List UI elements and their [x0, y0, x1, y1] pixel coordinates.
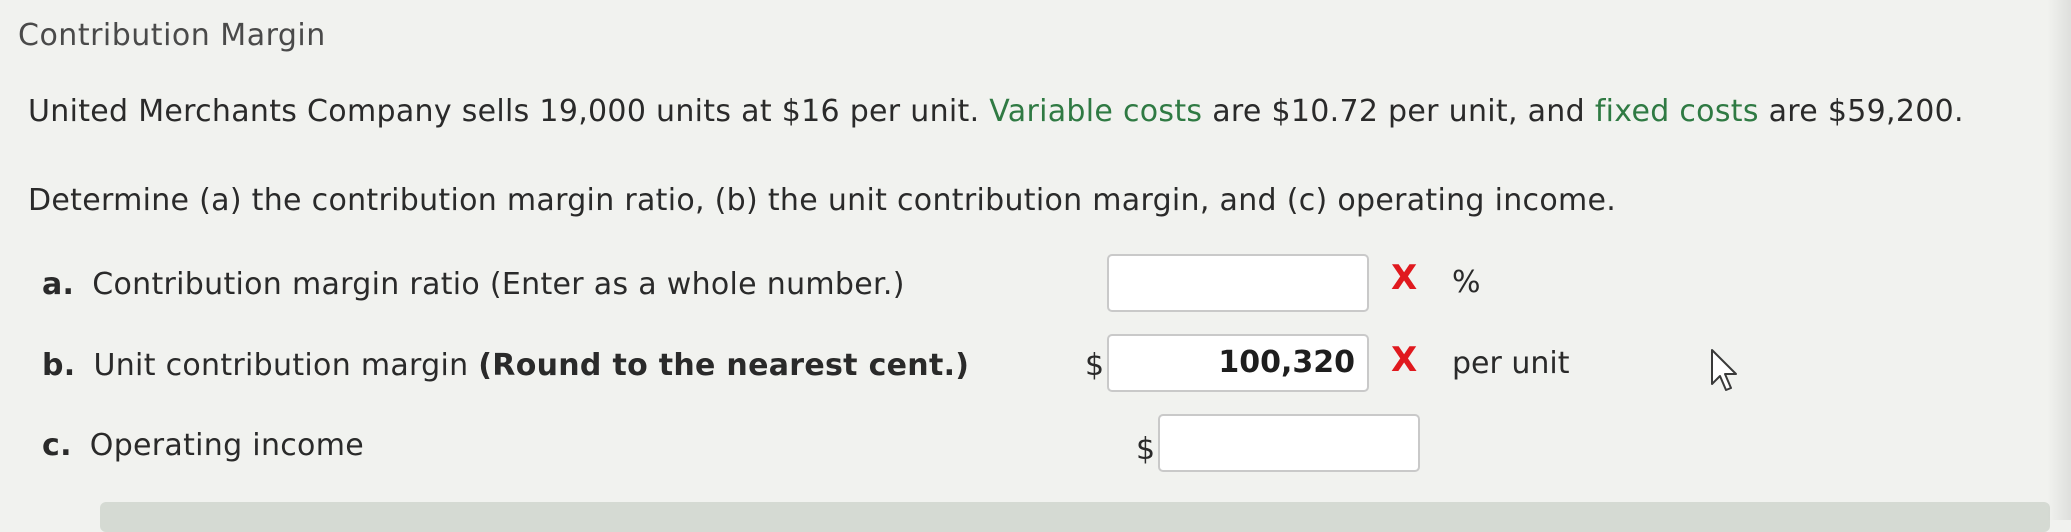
- page-title: Contribution Margin: [18, 18, 326, 53]
- bottom-panel-edge: [100, 502, 2050, 532]
- per-unit-label: per unit: [1452, 346, 1570, 381]
- row-c-text: Operating income: [89, 428, 364, 463]
- problem-statement: United Merchants Company sells 19,000 un…: [28, 94, 1964, 129]
- incorrect-x-icon: X: [1391, 258, 1418, 298]
- row-b-bold-instruction: (Round to the nearest cent.): [478, 348, 970, 383]
- operating-income-input[interactable]: [1158, 414, 1420, 472]
- screen-edge-shadow: [2047, 0, 2071, 520]
- intro-text-3: are $59,200.: [1758, 94, 1964, 129]
- row-b-letter: b.: [42, 348, 76, 383]
- row-a-label: a. Contribution margin ratio (Enter as a …: [42, 267, 905, 302]
- row-b-dollar-sign: $: [1085, 348, 1105, 383]
- mouse-pointer-icon: [1710, 348, 1742, 400]
- unit-contribution-margin-input[interactable]: 100,320: [1107, 334, 1369, 392]
- percent-unit: %: [1452, 265, 1481, 300]
- row-c-label: c. Operating income: [42, 428, 364, 463]
- row-c-dollar-sign: $: [1136, 432, 1156, 467]
- variable-costs-term-link[interactable]: Variable costs: [989, 94, 1202, 129]
- incorrect-x-icon: X: [1391, 340, 1418, 380]
- row-a-letter: a.: [42, 267, 75, 302]
- contribution-margin-ratio-input[interactable]: [1107, 254, 1369, 312]
- row-c-letter: c.: [42, 428, 72, 463]
- row-a-text: Contribution margin ratio (Enter as a wh…: [92, 267, 905, 302]
- row-b-label: b. Unit contribution margin (Round to the…: [42, 348, 969, 383]
- question-text: Determine (a) the contribution margin ra…: [28, 183, 1617, 218]
- fixed-costs-term-link[interactable]: fixed costs: [1595, 94, 1759, 129]
- intro-text-2: are $10.72 per unit, and: [1202, 94, 1595, 129]
- row-b-text: Unit contribution margin: [93, 348, 479, 383]
- intro-text-1: United Merchants Company sells 19,000 un…: [28, 94, 990, 129]
